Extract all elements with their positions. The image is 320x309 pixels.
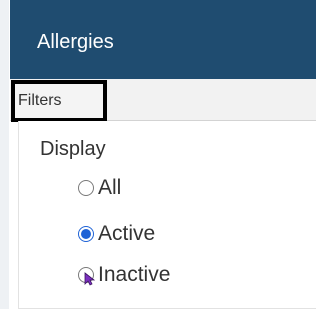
radio-all-circle[interactable] bbox=[78, 180, 94, 196]
radio-inactive-label: Inactive bbox=[98, 263, 171, 286]
radio-active[interactable]: Active bbox=[78, 222, 188, 248]
radio-active-circle[interactable] bbox=[78, 226, 94, 242]
radio-all-label: All bbox=[98, 176, 122, 199]
panel-header: Allergies bbox=[10, 0, 316, 79]
radio-inactive[interactable]: Inactive bbox=[78, 263, 208, 289]
tab-filters[interactable]: Filters bbox=[11, 80, 107, 122]
radio-all[interactable]: All bbox=[78, 176, 148, 202]
panel-title: Allergies bbox=[37, 31, 114, 53]
display-label: Display bbox=[40, 138, 106, 160]
tab-filters-label: Filters bbox=[18, 92, 62, 109]
left-gutter bbox=[0, 0, 9, 309]
mouse-pointer-icon bbox=[84, 272, 96, 286]
radio-active-label: Active bbox=[98, 222, 156, 245]
